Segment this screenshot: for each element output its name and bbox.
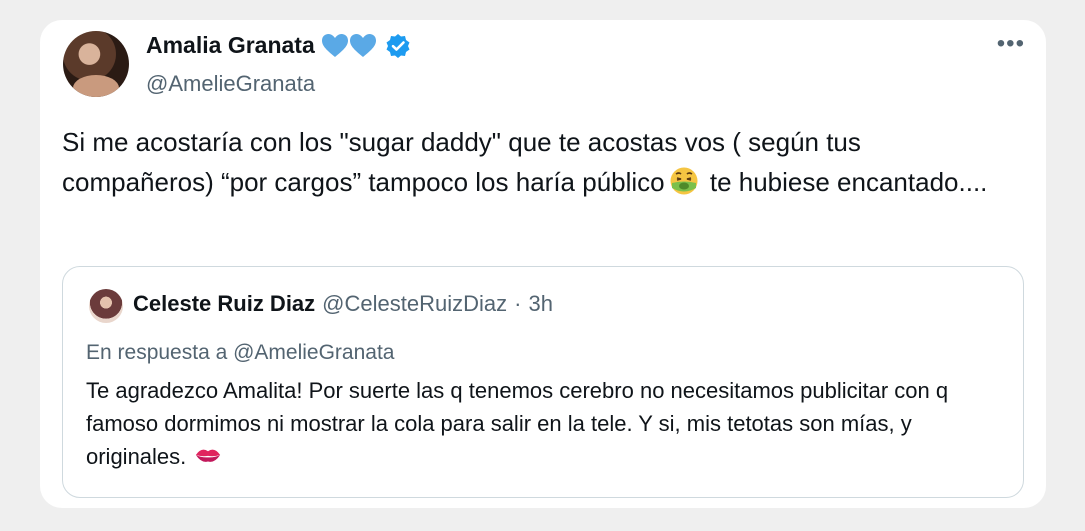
tweet-body: Si me acostaría con los "sugar daddy" qu… bbox=[62, 122, 1002, 202]
blue-heart-icon bbox=[321, 33, 348, 57]
author-avatar[interactable] bbox=[63, 31, 129, 97]
tweet-card[interactable]: Amalia Granata @AmelieGranata ••• Si me … bbox=[40, 20, 1046, 508]
quoted-author-avatar[interactable] bbox=[89, 289, 123, 323]
quoted-separator: · bbox=[514, 291, 522, 316]
author-name[interactable]: Amalia Granata bbox=[146, 32, 315, 59]
kiss-mark-emoji-icon bbox=[196, 449, 221, 462]
quoted-author-name[interactable]: Celeste Ruiz Diaz bbox=[133, 291, 315, 317]
nauseated-face-emoji-icon bbox=[670, 167, 698, 195]
quoted-header: Celeste Ruiz Diaz @CelesteRuizDiaz · 3h bbox=[133, 291, 553, 317]
author-name-row: Amalia Granata bbox=[146, 32, 411, 59]
quoted-tweet[interactable]: Celeste Ruiz Diaz @CelesteRuizDiaz · 3h … bbox=[62, 266, 1024, 498]
quoted-timestamp[interactable]: 3h bbox=[528, 291, 552, 317]
quoted-reply-to: En respuesta a @AmelieGranata bbox=[86, 341, 395, 364]
quoted-body: Te agradezco Amalita! Por suerte las q t… bbox=[86, 374, 1006, 473]
verified-badge-icon bbox=[386, 33, 410, 58]
quoted-author-handle[interactable]: @CelesteRuizDiaz bbox=[322, 291, 507, 317]
blue-heart-icon bbox=[349, 33, 376, 57]
more-options-icon[interactable]: ••• bbox=[997, 32, 1025, 56]
author-handle[interactable]: @AmelieGranata bbox=[146, 71, 315, 97]
tweet-body-part2: te hubiese encantado.... bbox=[702, 167, 988, 197]
